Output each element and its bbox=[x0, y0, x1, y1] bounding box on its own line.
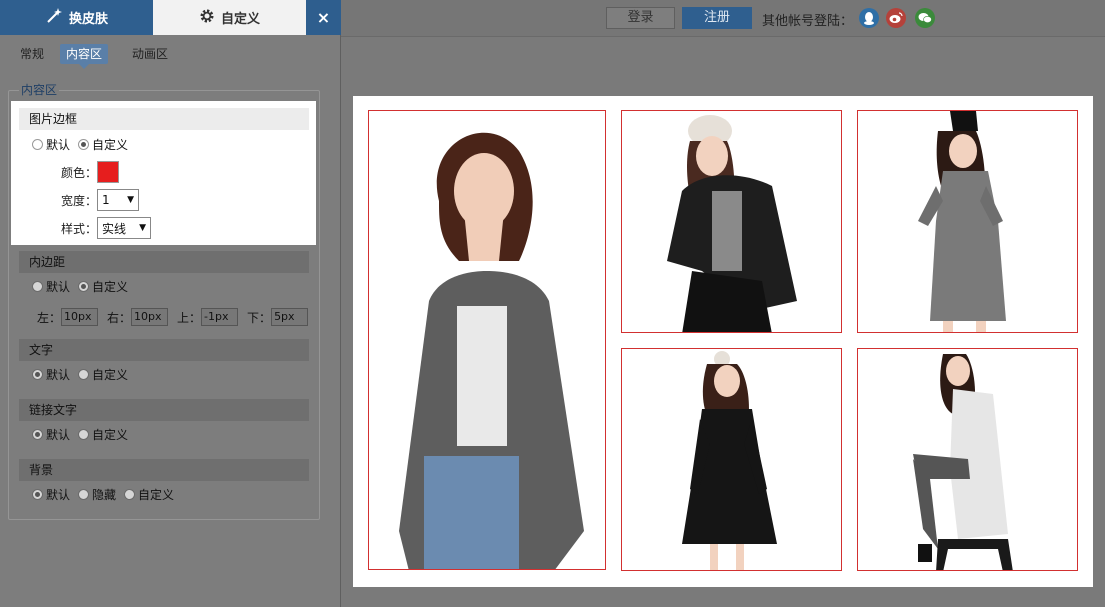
other-account-login-label: 其他帐号登陆： bbox=[762, 14, 854, 29]
radio-border-custom[interactable] bbox=[78, 138, 90, 150]
image-model-black-dress[interactable] bbox=[621, 348, 842, 571]
border-color-row: 颜色： bbox=[61, 160, 120, 184]
padding-inputs-row: 左： 10px 右： 10px 上： -1px 下： 5px bbox=[37, 307, 317, 327]
padding-left-label: 左： bbox=[37, 310, 62, 325]
register-button[interactable]: 注册 bbox=[682, 7, 752, 29]
login-button[interactable]: 登录 bbox=[606, 7, 675, 29]
border-mode-radios: 默认 自定义 bbox=[19, 131, 136, 157]
radio-bg-default[interactable] bbox=[32, 488, 43, 500]
dropdown-arrow-icon: ▼ bbox=[139, 223, 147, 233]
section-background: 背景 默认 隐藏 自定义 bbox=[19, 459, 309, 507]
border-width-row: 宽度： 1 ▼ bbox=[61, 188, 140, 212]
customize-panel: 换皮肤 自定义 × 常规 内容区 动画区 内容区 图片边框 默认 自定义 颜色： bbox=[0, 0, 341, 607]
tab-change-skin-label: 换皮肤 bbox=[68, 12, 108, 27]
padding-mode-radios: 默认 自定义 bbox=[19, 273, 309, 299]
padding-bottom-label: 下： bbox=[247, 310, 272, 325]
subtab-content-area[interactable]: 内容区 bbox=[60, 44, 109, 69]
tab-change-skin[interactable]: 换皮肤 bbox=[0, 0, 153, 35]
magic-wand-icon bbox=[45, 7, 63, 29]
radio-bg-custom[interactable] bbox=[124, 488, 136, 500]
radio-bg-hidden[interactable] bbox=[78, 488, 90, 500]
radio-link-default[interactable] bbox=[32, 428, 43, 440]
select-value: 实线 bbox=[102, 221, 127, 236]
padding-right-input[interactable]: 10px bbox=[131, 308, 169, 326]
radio-label: 隐藏 bbox=[92, 487, 117, 502]
padding-top-input[interactable]: -1px bbox=[201, 308, 239, 326]
qq-login-icon[interactable] bbox=[859, 8, 879, 28]
section-text: 文字 默认 自定义 bbox=[19, 339, 309, 387]
text-mode-radios: 默认 自定义 bbox=[19, 361, 309, 387]
panel-tabs: 换皮肤 自定义 × bbox=[0, 0, 341, 35]
select-value: 1 bbox=[102, 193, 110, 207]
radio-label: 自定义 bbox=[92, 367, 129, 382]
radio-label: 默认 bbox=[46, 137, 71, 152]
section-title: 文字 bbox=[19, 339, 309, 361]
section-image-border: 图片边框 默认 自定义 颜色： 宽度： 1 ▼ 样式： 实线 ▼ bbox=[11, 101, 316, 245]
subtab-animation-area[interactable]: 动画区 bbox=[126, 44, 174, 64]
weibo-login-icon[interactable] bbox=[886, 8, 906, 28]
tab-customize-label: 自定义 bbox=[220, 12, 260, 27]
fieldset-legend: 内容区 bbox=[19, 83, 60, 97]
section-title: 内边距 bbox=[19, 251, 309, 273]
padding-top-label: 上： bbox=[177, 310, 202, 325]
radio-padding-default[interactable] bbox=[32, 280, 43, 292]
radio-text-default[interactable] bbox=[32, 368, 43, 380]
section-title: 图片边框 bbox=[19, 108, 309, 130]
top-bar: 登录 注册 其他帐号登陆： bbox=[341, 0, 1105, 37]
image-model-white-coat[interactable] bbox=[857, 348, 1078, 571]
radio-link-custom[interactable] bbox=[78, 428, 90, 440]
radio-label: 自定义 bbox=[92, 137, 129, 152]
image-model-gray-blazer[interactable] bbox=[368, 110, 606, 570]
padding-left-input[interactable]: 10px bbox=[61, 308, 99, 326]
radio-label: 默认 bbox=[46, 427, 71, 442]
dropdown-arrow-icon: ▼ bbox=[127, 195, 135, 205]
link-text-mode-radios: 默认 自定义 bbox=[19, 421, 309, 447]
gear-icon bbox=[199, 8, 215, 28]
radio-text-custom[interactable] bbox=[78, 368, 90, 380]
color-label: 颜色： bbox=[61, 165, 98, 180]
tab-customize[interactable]: 自定义 bbox=[153, 0, 306, 35]
image-model-leather-jacket[interactable] bbox=[621, 110, 842, 333]
radio-padding-custom[interactable] bbox=[78, 280, 90, 292]
radio-label: 默认 bbox=[46, 487, 71, 502]
radio-label: 默认 bbox=[46, 367, 71, 382]
wechat-login-icon[interactable] bbox=[915, 8, 935, 28]
width-label: 宽度： bbox=[61, 193, 98, 208]
padding-right-label: 右： bbox=[107, 310, 132, 325]
subtabs: 常规 内容区 动画区 bbox=[0, 35, 341, 73]
style-label: 样式： bbox=[61, 221, 98, 236]
padding-bottom-input[interactable]: 5px bbox=[271, 308, 309, 326]
background-mode-radios: 默认 隐藏 自定义 bbox=[19, 481, 309, 507]
radio-label: 自定义 bbox=[138, 487, 175, 502]
border-width-select[interactable]: 1 ▼ bbox=[97, 189, 140, 211]
radio-label: 自定义 bbox=[92, 279, 129, 294]
radio-label: 自定义 bbox=[92, 427, 129, 442]
radio-label: 默认 bbox=[46, 279, 71, 294]
radio-border-default[interactable] bbox=[32, 138, 43, 150]
subtab-general[interactable]: 常规 bbox=[14, 44, 50, 64]
border-style-row: 样式： 实线 ▼ bbox=[61, 216, 152, 240]
image-model-gray-knit-dress[interactable] bbox=[857, 110, 1078, 333]
close-icon: × bbox=[316, 8, 331, 27]
section-padding: 内边距 默认 自定义 bbox=[19, 251, 309, 299]
close-button[interactable]: × bbox=[306, 0, 341, 35]
content-preview bbox=[353, 96, 1093, 587]
section-title: 背景 bbox=[19, 459, 309, 481]
border-style-select[interactable]: 实线 ▼ bbox=[97, 217, 152, 239]
color-picker-swatch[interactable] bbox=[97, 161, 120, 183]
section-title: 链接文字 bbox=[19, 399, 309, 421]
section-link-text: 链接文字 默认 自定义 bbox=[19, 399, 309, 447]
